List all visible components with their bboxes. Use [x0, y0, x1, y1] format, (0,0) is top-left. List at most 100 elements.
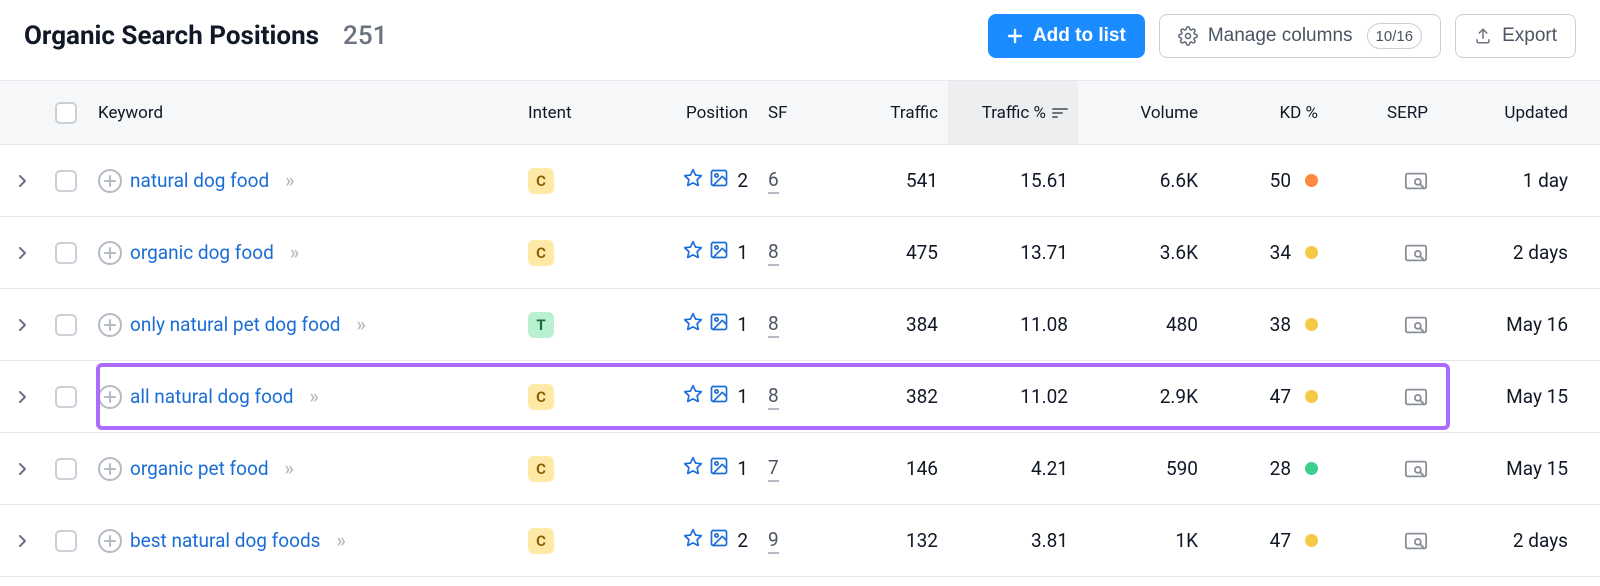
col-traffic[interactable]: Traffic: [828, 103, 948, 123]
gear-icon: [1178, 26, 1198, 46]
expand-toggle[interactable]: [0, 246, 44, 260]
col-kd[interactable]: KD %: [1208, 103, 1328, 123]
row-checkbox[interactable]: [44, 386, 88, 408]
row-checkbox[interactable]: [44, 530, 88, 552]
serp-cell[interactable]: [1328, 243, 1438, 263]
keyword-link[interactable]: best natural dog foods: [130, 529, 320, 552]
position-cell: 1: [618, 384, 758, 409]
row-checkbox[interactable]: [44, 170, 88, 192]
kd-difficulty-dot: [1305, 174, 1318, 187]
page-title: Organic Search Positions: [24, 21, 319, 51]
col-keyword[interactable]: Keyword: [88, 103, 518, 123]
serp-cell[interactable]: [1328, 531, 1438, 551]
intent-cell: C: [518, 456, 618, 482]
keyword-cell: organic dog food »: [88, 241, 518, 265]
featured-snippet-icon: [683, 240, 703, 265]
position-value: 2: [737, 529, 748, 552]
keyword-cell: best natural dog foods »: [88, 529, 518, 553]
expand-toggle[interactable]: [0, 318, 44, 332]
featured-snippet-icon: [683, 384, 703, 409]
sf-value[interactable]: 9: [768, 528, 779, 554]
col-traffic-pct-label: Traffic %: [982, 103, 1046, 123]
open-keyword-icon[interactable]: »: [357, 313, 366, 336]
col-serp[interactable]: SERP: [1328, 103, 1438, 123]
row-checkbox[interactable]: [44, 458, 88, 480]
open-keyword-icon[interactable]: »: [309, 385, 318, 408]
table-row: best natural dog foods»C291323.811K472 d…: [0, 505, 1600, 577]
table-row: organic dog food»C1847513.713.6K342 days: [0, 217, 1600, 289]
kd-difficulty-dot: [1305, 462, 1318, 475]
updated-cell: May 15: [1438, 385, 1578, 408]
intent-badge: T: [528, 312, 554, 338]
manage-columns-label: Manage columns: [1208, 25, 1353, 47]
traffic-cell: 146: [828, 457, 948, 480]
position-cell: 1: [618, 312, 758, 337]
row-checkbox[interactable]: [44, 242, 88, 264]
traffic-pct-cell: 3.81: [948, 529, 1078, 552]
open-keyword-icon[interactable]: »: [336, 529, 345, 552]
add-to-list-button[interactable]: Add to list: [988, 14, 1145, 58]
plus-icon: [1007, 28, 1023, 44]
traffic-pct-cell: 13.71: [948, 241, 1078, 264]
open-keyword-icon[interactable]: »: [290, 241, 299, 264]
col-sf[interactable]: SF: [758, 103, 828, 123]
keyword-link[interactable]: all natural dog food: [130, 385, 293, 408]
keyword-link[interactable]: only natural pet dog food: [130, 313, 341, 336]
volume-cell: 480: [1078, 313, 1208, 336]
row-checkbox[interactable]: [44, 314, 88, 336]
open-keyword-icon[interactable]: »: [285, 169, 294, 192]
sf-cell: 6: [758, 168, 828, 194]
add-keyword-icon[interactable]: [98, 169, 122, 193]
manage-columns-button[interactable]: Manage columns 10/16: [1159, 14, 1441, 58]
expand-toggle[interactable]: [0, 534, 44, 548]
sf-cell: 8: [758, 384, 828, 410]
keyword-link[interactable]: organic pet food: [130, 457, 269, 480]
expand-toggle[interactable]: [0, 390, 44, 404]
col-volume[interactable]: Volume: [1078, 103, 1208, 123]
export-button[interactable]: Export: [1455, 14, 1576, 58]
add-keyword-icon[interactable]: [98, 457, 122, 481]
kd-difficulty-dot: [1305, 318, 1318, 331]
image-pack-icon: [709, 240, 729, 265]
kd-difficulty-dot: [1305, 246, 1318, 259]
sf-value[interactable]: 8: [768, 240, 779, 266]
position-value: 2: [737, 169, 748, 192]
col-position[interactable]: Position: [618, 103, 758, 123]
keyword-link[interactable]: natural dog food: [130, 169, 269, 192]
col-intent[interactable]: Intent: [518, 103, 618, 123]
result-count: 251: [343, 21, 387, 51]
position-cell: 2: [618, 168, 758, 193]
serp-cell[interactable]: [1328, 459, 1438, 479]
traffic-cell: 475: [828, 241, 948, 264]
position-cell: 1: [618, 456, 758, 481]
traffic-pct-cell: 15.61: [948, 169, 1078, 192]
expand-toggle[interactable]: [0, 462, 44, 476]
keyword-link[interactable]: organic dog food: [130, 241, 274, 264]
traffic-pct-cell: 4.21: [948, 457, 1078, 480]
sf-value[interactable]: 8: [768, 384, 779, 410]
toolbar: Organic Search Positions 251 Add to list…: [0, 0, 1600, 80]
volume-cell: 590: [1078, 457, 1208, 480]
add-keyword-icon[interactable]: [98, 313, 122, 337]
intent-cell: C: [518, 240, 618, 266]
sf-value[interactable]: 7: [768, 456, 779, 482]
table-row: only natural pet dog food»T1838411.08480…: [0, 289, 1600, 361]
serp-cell[interactable]: [1328, 387, 1438, 407]
add-keyword-icon[interactable]: [98, 385, 122, 409]
col-checkbox[interactable]: [44, 102, 88, 124]
select-all-checkbox[interactable]: [55, 102, 77, 124]
intent-badge: C: [528, 384, 554, 410]
expand-toggle[interactable]: [0, 174, 44, 188]
sf-value[interactable]: 6: [768, 168, 779, 194]
sf-value[interactable]: 8: [768, 312, 779, 338]
col-traffic-pct[interactable]: Traffic %: [948, 81, 1078, 144]
serp-cell[interactable]: [1328, 315, 1438, 335]
open-keyword-icon[interactable]: »: [285, 457, 294, 480]
sf-cell: 9: [758, 528, 828, 554]
col-updated[interactable]: Updated: [1438, 103, 1578, 123]
add-keyword-icon[interactable]: [98, 241, 122, 265]
export-label: Export: [1502, 25, 1557, 47]
volume-cell: 2.9K: [1078, 385, 1208, 408]
serp-cell[interactable]: [1328, 171, 1438, 191]
add-keyword-icon[interactable]: [98, 529, 122, 553]
